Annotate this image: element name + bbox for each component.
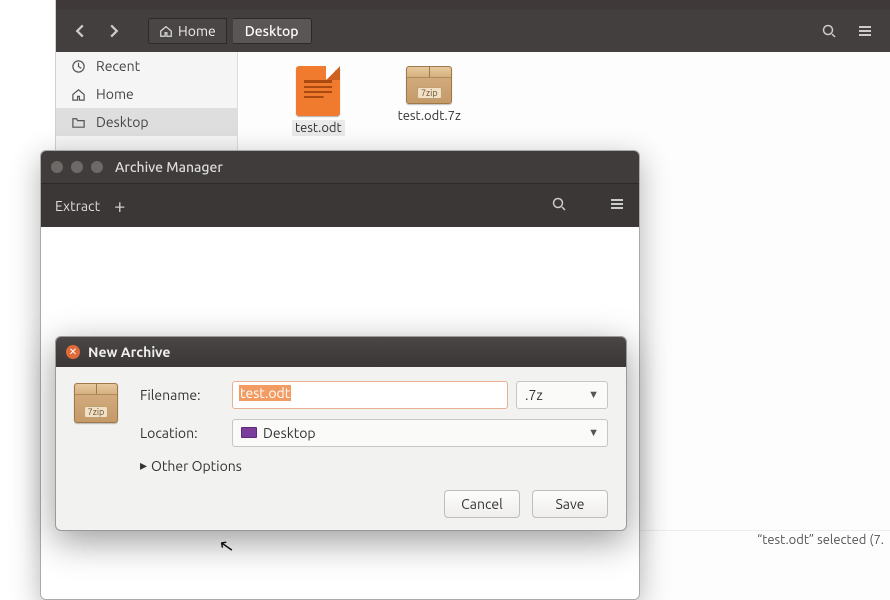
extension-combo[interactable]: .7z ▼	[516, 381, 608, 409]
chevron-down-icon: ▼	[588, 389, 599, 401]
sidebar-item-home[interactable]: Home	[56, 80, 237, 108]
hamburger-icon	[609, 196, 625, 212]
sidebar-item-label: Recent	[96, 58, 140, 74]
folder-icon	[70, 114, 86, 130]
file-name: test.odt.7z	[395, 108, 464, 124]
am-menu-button[interactable]	[609, 196, 625, 216]
chevron-down-icon: ▼	[588, 427, 599, 439]
home-icon	[70, 86, 86, 102]
breadcrumb-home[interactable]: Home	[148, 18, 227, 44]
archive-icon: 7zip	[406, 66, 452, 104]
window-title: Archive Manager	[115, 159, 223, 175]
maximize-window-button[interactable]	[91, 161, 103, 173]
sidebar-item-desktop[interactable]: Desktop	[56, 108, 237, 136]
forward-button[interactable]	[100, 17, 128, 45]
breadcrumb-home-label: Home	[178, 23, 216, 39]
am-toolbar: Extract +	[41, 183, 639, 227]
add-button[interactable]: +	[114, 194, 125, 217]
archive-icon: 7zip	[74, 383, 118, 423]
dialog-title: New Archive	[88, 344, 170, 360]
chevron-left-icon	[73, 24, 87, 38]
close-dialog-button[interactable]: ✕	[66, 345, 80, 359]
dialog-titlebar[interactable]: ✕ New Archive	[56, 337, 626, 367]
filename-input[interactable]: test.odt	[232, 381, 508, 409]
back-button[interactable]	[66, 17, 94, 45]
fm-view-button[interactable]	[850, 17, 880, 45]
minimize-window-button[interactable]	[71, 161, 83, 173]
triangle-right-icon: ▸	[140, 457, 147, 474]
list-icon	[857, 23, 873, 39]
fm-search-button[interactable]	[814, 17, 844, 45]
clock-icon	[70, 58, 86, 74]
desktop-icon	[241, 427, 257, 438]
document-icon	[296, 66, 340, 116]
file-tile-7z[interactable]: 7zip test.odt.7z	[395, 66, 464, 124]
am-search-button[interactable]	[551, 196, 567, 216]
search-icon	[551, 196, 567, 212]
save-button[interactable]: Save	[532, 490, 608, 518]
home-icon	[159, 24, 173, 38]
chevron-right-icon	[107, 24, 121, 38]
archive-badge: 7zip	[84, 406, 109, 418]
extract-button[interactable]: Extract	[55, 198, 100, 214]
status-text: “test.odt” selected (7.	[757, 533, 884, 547]
archive-badge: 7zip	[417, 87, 442, 99]
other-options-expander[interactable]: ▸ Other Options	[140, 457, 608, 474]
sidebar-item-recent[interactable]: Recent	[56, 52, 237, 80]
breadcrumb-desktop[interactable]: Desktop	[233, 18, 312, 44]
extension-value: .7z	[525, 387, 543, 403]
sidebar-item-label: Desktop	[96, 114, 149, 130]
other-options-label: Other Options	[151, 458, 242, 474]
breadcrumb-desktop-label: Desktop	[245, 23, 299, 39]
filename-value: test.odt	[239, 385, 291, 401]
search-icon	[821, 23, 837, 39]
location-combo[interactable]: Desktop ▼	[232, 419, 608, 447]
filename-label: Filename:	[140, 387, 224, 403]
new-archive-dialog: ✕ New Archive 7zip Filename: test.odt .7…	[55, 336, 627, 531]
file-name: test.odt	[292, 120, 345, 136]
am-titlebar[interactable]: Archive Manager	[41, 151, 639, 183]
close-window-button[interactable]	[51, 161, 63, 173]
fm-titlebar	[56, 0, 890, 10]
location-label: Location:	[140, 425, 224, 441]
fm-toolbar: Home Desktop	[56, 10, 890, 52]
cancel-button[interactable]: Cancel	[444, 490, 520, 518]
file-tile-odt[interactable]: test.odt	[292, 66, 345, 136]
location-value: Desktop	[263, 425, 316, 441]
sidebar-item-label: Home	[96, 86, 134, 102]
